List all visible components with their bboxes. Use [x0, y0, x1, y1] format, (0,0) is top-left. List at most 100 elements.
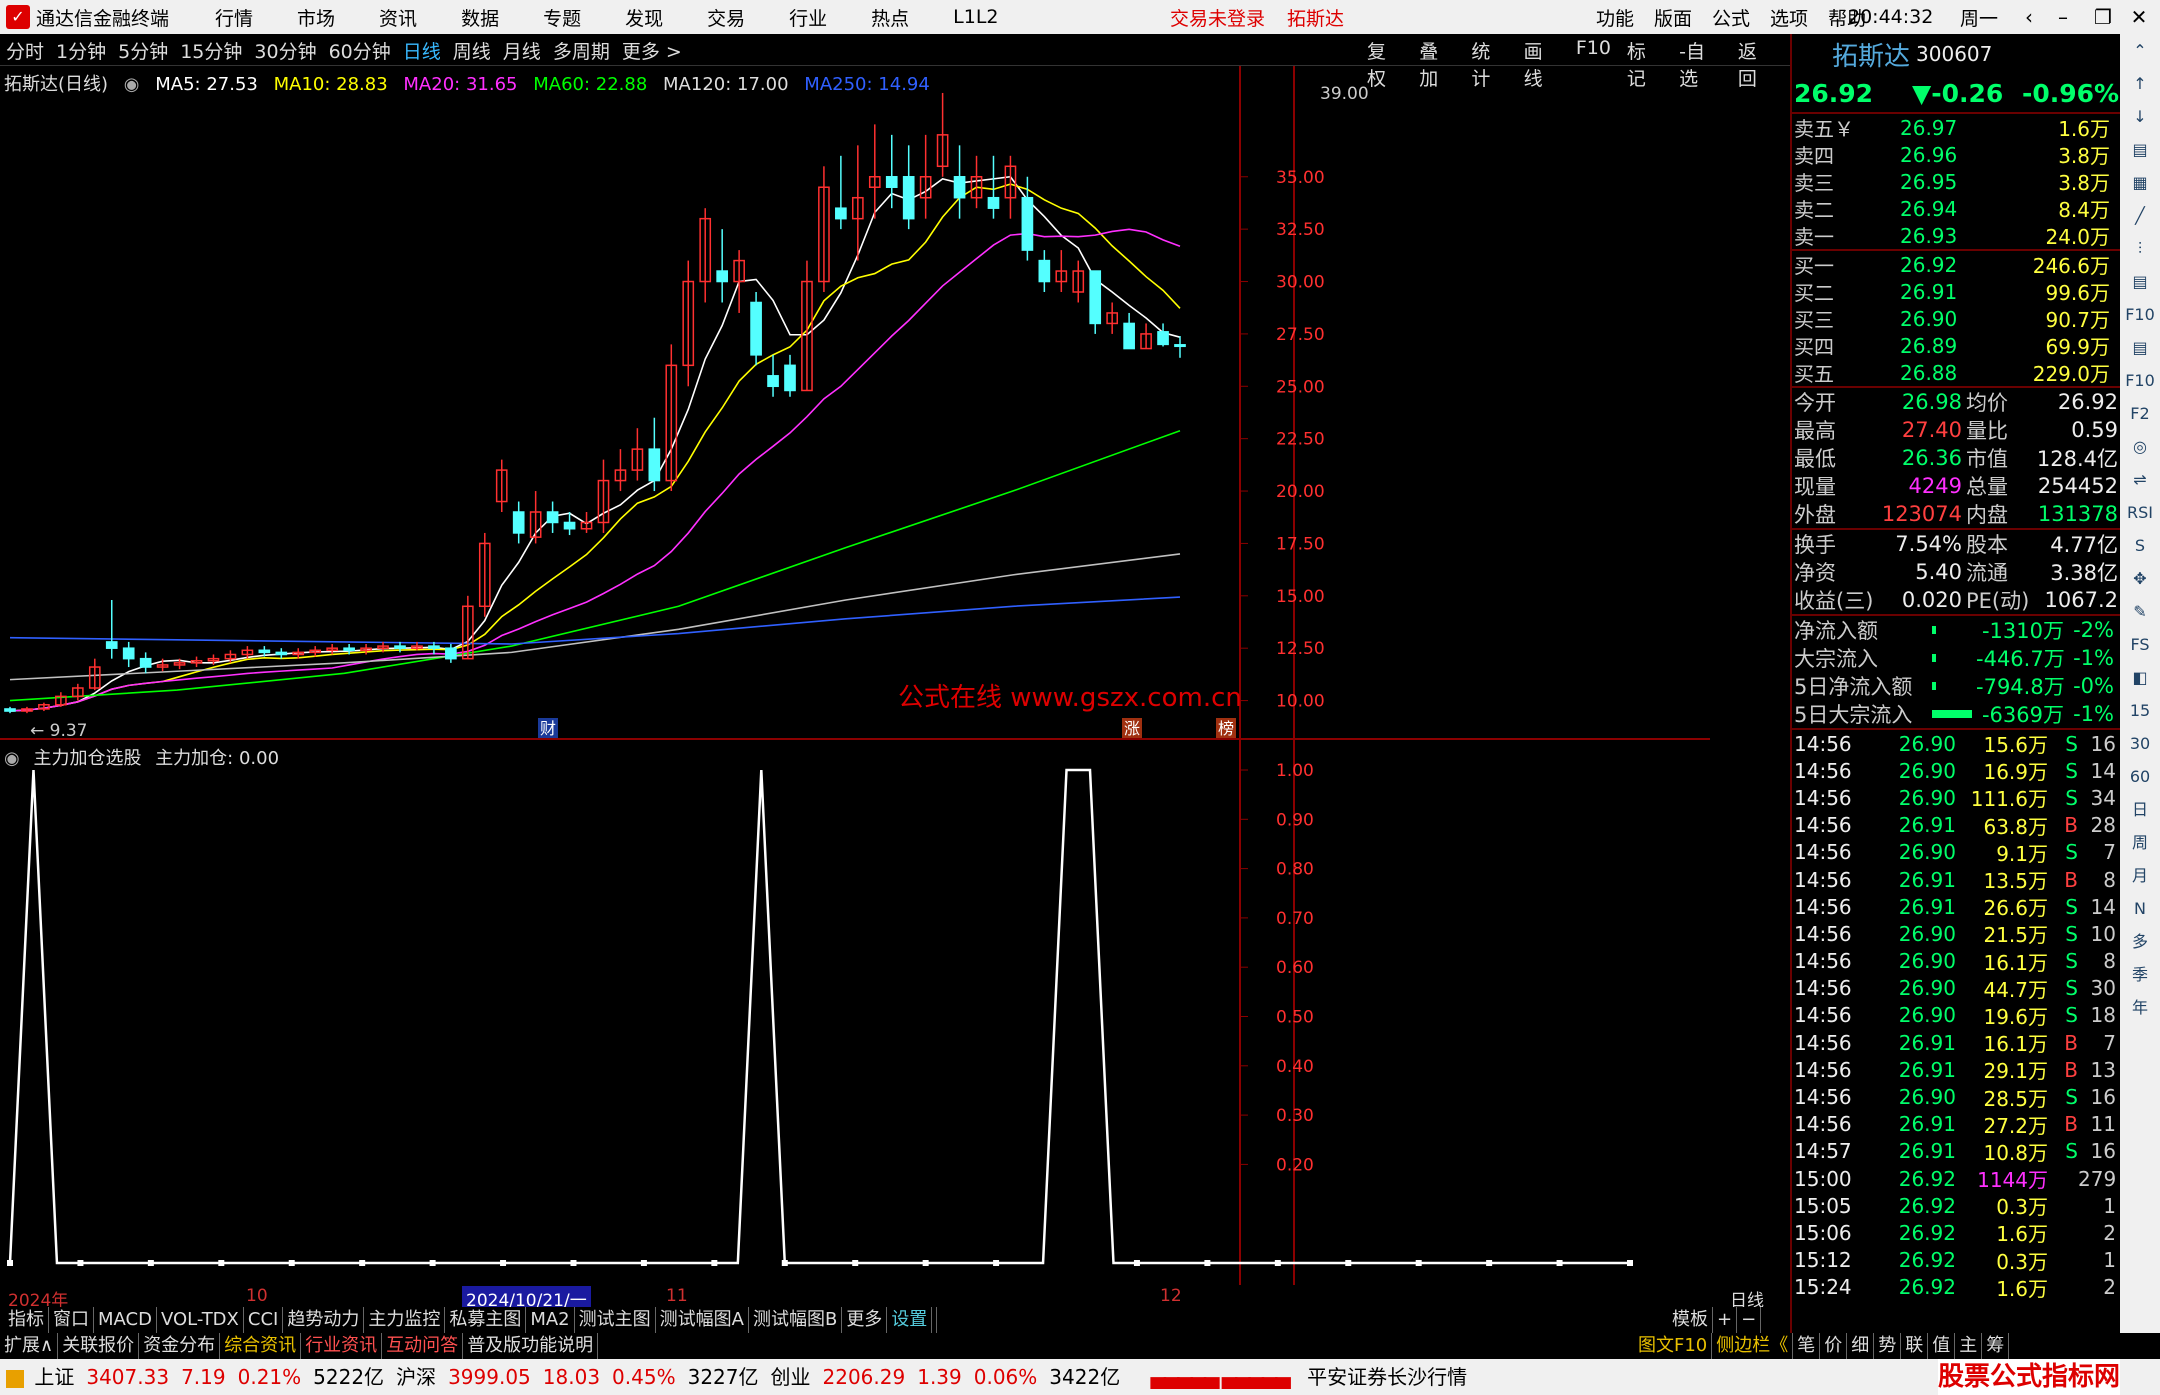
period-tab-2[interactable]: 5分钟 — [118, 37, 168, 64]
minimize-icon[interactable]: – — [2046, 0, 2080, 34]
indicator-tab-1[interactable]: 窗口 — [49, 1307, 94, 1333]
indicator-tab-5[interactable]: 趋势动力 — [283, 1307, 365, 1333]
side-tool-16[interactable]: ✥ — [2120, 562, 2160, 595]
side-tool-17[interactable]: ✎ — [2120, 595, 2160, 628]
side-tool-13[interactable]: ⇌ — [2120, 463, 2160, 496]
index-name[interactable]: 上证 — [34, 1365, 74, 1389]
bottom-tab-4[interactable]: 行业资讯 — [301, 1333, 383, 1359]
period-tab-5[interactable]: 60分钟 — [329, 37, 391, 64]
side-tool-14[interactable]: RSI — [2120, 496, 2160, 529]
menu-item-7[interactable]: 行业 — [789, 4, 827, 31]
side-tool-20[interactable]: 15 — [2120, 694, 2160, 727]
menu-item-4[interactable]: 专题 — [543, 4, 581, 31]
side-tool-24[interactable]: 周 — [2120, 826, 2160, 859]
bottom-tab-6[interactable]: 普及版功能说明 — [463, 1333, 599, 1359]
period-tab-10[interactable]: 更多 > — [622, 37, 682, 64]
menu-item-2[interactable]: 资讯 — [379, 4, 417, 31]
side-tool-25[interactable]: 月 — [2120, 859, 2160, 892]
order-book-row[interactable]: 卖五￥ 26.97 1.6万 — [1792, 114, 2120, 142]
side-tool-9[interactable]: ▤ — [2120, 331, 2160, 364]
menu-item-5[interactable]: 发现 — [625, 4, 663, 31]
template-btn-0[interactable]: 模板 — [1668, 1307, 1713, 1333]
bottom-tab-5[interactable]: 互动问答 — [382, 1333, 464, 1359]
menu-item-0[interactable]: 行情 — [215, 4, 253, 31]
side-tool-2[interactable]: ↓ — [2120, 100, 2160, 133]
indicator-tab-9[interactable]: 测试主图 — [575, 1307, 656, 1333]
side-tab-7[interactable]: 值 — [1928, 1333, 1956, 1359]
indicator-tab-11[interactable]: 测试幅图B — [749, 1307, 843, 1333]
order-book-row[interactable]: 买三 26.90 90.7万 — [1792, 305, 2120, 333]
side-tab-9[interactable]: 筹 — [1982, 1333, 2010, 1359]
side-tool-15[interactable]: S — [2120, 529, 2160, 562]
restore-icon[interactable]: ❐ — [2086, 0, 2120, 34]
menu-item-9[interactable]: L1L2 — [953, 6, 998, 28]
order-book-row[interactable]: 买一 26.92 246.6万 — [1792, 251, 2120, 279]
bottom-tab-1[interactable]: 关联报价 — [58, 1333, 140, 1359]
side-tool-12[interactable]: ◎ — [2120, 430, 2160, 463]
side-tool-6[interactable]: ⫶ — [2120, 232, 2160, 265]
bottom-tab-0[interactable]: 扩展∧ — [0, 1333, 59, 1359]
period-tab-3[interactable]: 15分钟 — [180, 37, 242, 64]
side-tab-4[interactable]: 细 — [1847, 1333, 1875, 1359]
order-book-row[interactable]: 买五 26.88 229.0万 — [1792, 359, 2120, 387]
side-tool-1[interactable]: ↑ — [2120, 67, 2160, 100]
order-book-row[interactable]: 买二 26.91 99.6万 — [1792, 278, 2120, 306]
side-tool-18[interactable]: FS — [2120, 628, 2160, 661]
right-menu-item-0[interactable]: 功能 — [1596, 4, 1634, 31]
index-name[interactable]: 创业 — [771, 1365, 811, 1389]
right-menu-item-3[interactable]: 选项 — [1770, 4, 1808, 31]
side-tab-3[interactable]: 价 — [1820, 1333, 1848, 1359]
indicator-tab-8[interactable]: MA2 — [526, 1307, 575, 1333]
side-tool-28[interactable]: 季 — [2120, 958, 2160, 991]
side-tool-21[interactable]: 30 — [2120, 727, 2160, 760]
menu-item-3[interactable]: 数据 — [461, 4, 499, 31]
side-tab-0[interactable]: 图文F10 — [1634, 1333, 1713, 1359]
back-icon[interactable]: ‹ — [2012, 0, 2046, 34]
period-tab-6[interactable]: 日线 — [403, 37, 441, 64]
side-tool-29[interactable]: 年 — [2120, 991, 2160, 1024]
order-book-row[interactable]: 卖二 26.94 8.4万 — [1792, 195, 2120, 223]
side-tool-23[interactable]: 日 — [2120, 793, 2160, 826]
indicator-tab-3[interactable]: VOL-TDX — [157, 1307, 244, 1333]
indicator-tab-12[interactable]: 更多 — [842, 1307, 888, 1333]
indicator-tab-13[interactable]: 设置 — [887, 1307, 933, 1333]
side-tool-19[interactable]: ◧ — [2120, 661, 2160, 694]
order-book-row[interactable]: 买四 26.89 69.9万 — [1792, 332, 2120, 360]
side-tab-5[interactable]: 势 — [1874, 1333, 1902, 1359]
indicator-chart[interactable]: 1.000.900.800.700.600.500.400.300.200.71 — [0, 740, 1710, 1285]
indicator-tab-10[interactable]: 测试幅图A — [656, 1307, 749, 1333]
side-tool-8[interactable]: F10 — [2120, 298, 2160, 331]
indicator-tab-2[interactable]: MACD — [94, 1307, 157, 1333]
period-tab-4[interactable]: 30分钟 — [254, 37, 316, 64]
menu-item-1[interactable]: 市场 — [297, 4, 335, 31]
order-book-row[interactable]: 卖三 26.95 3.8万 — [1792, 168, 2120, 196]
side-tool-22[interactable]: 60 — [2120, 760, 2160, 793]
indicator-tab-0[interactable]: 指标 — [4, 1307, 49, 1333]
period-tab-1[interactable]: 1分钟 — [56, 37, 106, 64]
period-tab-9[interactable]: 多周期 — [553, 37, 610, 64]
period-tab-8[interactable]: 月线 — [503, 37, 541, 64]
chart-tool-7[interactable]: 返回 — [1738, 37, 1774, 91]
side-tool-0[interactable]: ⌃ — [2120, 34, 2160, 67]
side-tool-10[interactable]: F10 — [2120, 364, 2160, 397]
side-tab-2[interactable]: 笔 — [1793, 1333, 1821, 1359]
order-book-row[interactable]: 卖四 26.96 3.8万 — [1792, 141, 2120, 169]
period-tab-0[interactable]: 分时 — [6, 37, 44, 64]
side-tab-1[interactable]: 侧边栏《 — [1712, 1333, 1794, 1359]
side-tool-26[interactable]: N — [2120, 892, 2160, 925]
side-tool-5[interactable]: ╱ — [2120, 199, 2160, 232]
side-tab-6[interactable]: 联 — [1901, 1333, 1929, 1359]
indicator-tab-4[interactable]: CCI — [244, 1307, 284, 1333]
legend-toggle-icon[interactable]: ◉ — [124, 74, 140, 95]
template-btn-1[interactable]: + — [1713, 1307, 1738, 1333]
menu-item-8[interactable]: 热点 — [871, 4, 909, 31]
right-menu-item-2[interactable]: 公式 — [1712, 4, 1750, 31]
close-icon[interactable]: ✕ — [2122, 0, 2156, 34]
side-tool-4[interactable]: ▦ — [2120, 166, 2160, 199]
side-tool-27[interactable]: 多 — [2120, 925, 2160, 958]
kline-chart[interactable]: 35.00 32.50 30.00 27.50 25.00 22.50 20.00 17.50… — [0, 66, 1710, 740]
template-btn-2[interactable]: − — [1737, 1307, 1762, 1333]
menu-item-6[interactable]: 交易 — [707, 4, 745, 31]
indicator-tab-6[interactable]: 主力监控 — [364, 1307, 446, 1333]
period-tab-7[interactable]: 周线 — [453, 37, 491, 64]
